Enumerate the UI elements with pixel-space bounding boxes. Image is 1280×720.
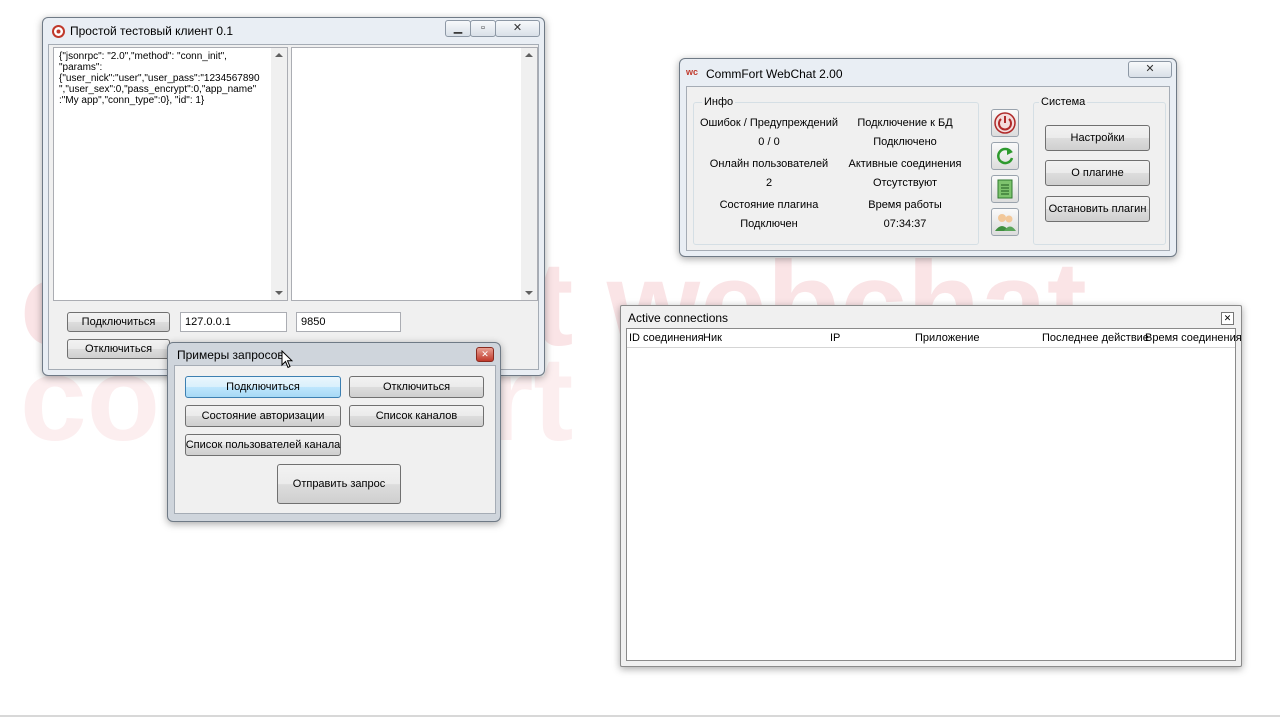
log-button[interactable] (991, 175, 1019, 203)
maximize-button[interactable]: ▫ (470, 20, 496, 37)
errors-label: Ошибок / Предупреждений (699, 117, 839, 129)
power-button[interactable] (991, 109, 1019, 137)
bottom-divider (0, 715, 1280, 717)
close-button[interactable]: ✕ (495, 20, 540, 37)
title-bar[interactable]: Простой тестовый клиент 0.1 ▁ ▫ ✕ (43, 18, 544, 44)
errors-value: 0 / 0 (758, 136, 780, 148)
scroll-down-icon[interactable] (525, 291, 533, 295)
refresh-button[interactable] (991, 142, 1019, 170)
scroll-down-icon[interactable] (275, 291, 283, 295)
title-bar[interactable]: wc CommFort WebChat 2.00 ✕ (680, 59, 1176, 85)
window-title: CommFort WebChat 2.00 (706, 67, 843, 81)
info-group-title: Инфо (702, 96, 736, 108)
window-title: Примеры запросов (177, 348, 284, 362)
active-connections-window: Active connections ✕ ID соединения Ник I… (620, 305, 1242, 667)
request-text: {"jsonrpc": "2.0","method": "conn_init",… (59, 51, 260, 106)
webchat-logo-icon: wc (686, 67, 699, 77)
disconnect-button[interactable]: Отключиться (67, 339, 170, 359)
refresh-icon (997, 147, 1014, 165)
client-area: {"jsonrpc": "2.0","method": "conn_init",… (48, 44, 539, 370)
online-users-value: 2 (765, 177, 773, 189)
db-connection-label: Подключение к БД (857, 117, 953, 129)
settings-button[interactable]: Настройки (1045, 125, 1150, 151)
request-scrollbar[interactable] (271, 48, 287, 300)
power-icon (994, 112, 1016, 134)
port-input[interactable] (296, 312, 401, 332)
stop-plugin-button[interactable]: Остановить плагин (1045, 196, 1150, 222)
close-button[interactable]: ✕ (1221, 312, 1234, 325)
clipboard-icon (997, 179, 1013, 199)
active-connections-value: Отсутствуют (872, 177, 938, 189)
client-area: Подключиться Отключиться Состояние автор… (174, 365, 496, 514)
column-header-last-action[interactable]: Последнее действие (1042, 332, 1149, 344)
response-scrollbar[interactable] (521, 48, 537, 300)
plugin-state-label: Состояние плагина (719, 199, 819, 211)
column-header-app[interactable]: Приложение (915, 332, 980, 344)
auth-state-button[interactable]: Состояние авторизации (185, 405, 341, 427)
request-textarea[interactable]: {"jsonrpc": "2.0","method": "conn_init",… (53, 47, 288, 301)
system-group-title: Система (1039, 96, 1088, 108)
minimize-button[interactable]: ▁ (445, 20, 471, 37)
column-header-conn-time[interactable]: Время соединения (1145, 332, 1242, 344)
column-header-nick[interactable]: Ник (703, 332, 722, 344)
scroll-up-icon[interactable] (275, 53, 283, 57)
connections-table: ID соединения Ник IP Приложение Последне… (626, 328, 1242, 661)
connect-button[interactable]: Подключиться (67, 312, 170, 332)
test-client-window: Простой тестовый клиент 0.1 ▁ ▫ ✕ {"json… (42, 17, 545, 376)
table-header: ID соединения Ник IP Приложение Последне… (627, 329, 1242, 348)
response-text (292, 48, 537, 54)
scroll-up-icon[interactable] (525, 53, 533, 57)
uptime-value: 07:34:37 (883, 218, 927, 230)
close-button[interactable]: ✕ (1128, 61, 1172, 78)
column-header-ip[interactable]: IP (830, 332, 840, 344)
example-disconnect-button[interactable]: Отключиться (349, 376, 484, 398)
users-button[interactable] (991, 208, 1019, 236)
db-connection-value: Подключено (873, 136, 937, 148)
mouse-cursor-icon (281, 350, 293, 369)
webchat-window: wc CommFort WebChat 2.00 ✕ Инфо Ошибок /… (679, 58, 1177, 257)
window-title: Active connections (628, 311, 729, 325)
about-plugin-button[interactable]: О плагине (1045, 160, 1150, 186)
window-title: Простой тестовый клиент 0.1 (70, 24, 234, 38)
response-textarea[interactable] (291, 47, 538, 301)
plugin-state-value: Подключен (740, 218, 798, 230)
active-connections-label: Активные соединения (848, 158, 962, 170)
channel-list-button[interactable]: Список каналов (349, 405, 484, 427)
online-users-label: Онлайн пользователей (709, 158, 829, 170)
column-header-id[interactable]: ID соединения (629, 332, 704, 344)
close-button[interactable]: ✕ (476, 347, 494, 362)
app-icon (52, 25, 65, 38)
send-request-button[interactable]: Отправить запрос (277, 464, 401, 504)
examples-window: Примеры запросов ✕ Подключиться Отключит… (167, 342, 501, 522)
client-area: Инфо Ошибок / Предупреждений 0 / 0 Подкл… (686, 86, 1170, 251)
uptime-label: Время работы (868, 199, 942, 211)
channel-users-button[interactable]: Список пользователей канала (185, 434, 341, 456)
example-connect-button[interactable]: Подключиться (185, 376, 341, 398)
title-bar[interactable]: Примеры запросов ✕ (168, 343, 500, 365)
host-input[interactable] (180, 312, 287, 332)
users-icon (995, 214, 1016, 231)
